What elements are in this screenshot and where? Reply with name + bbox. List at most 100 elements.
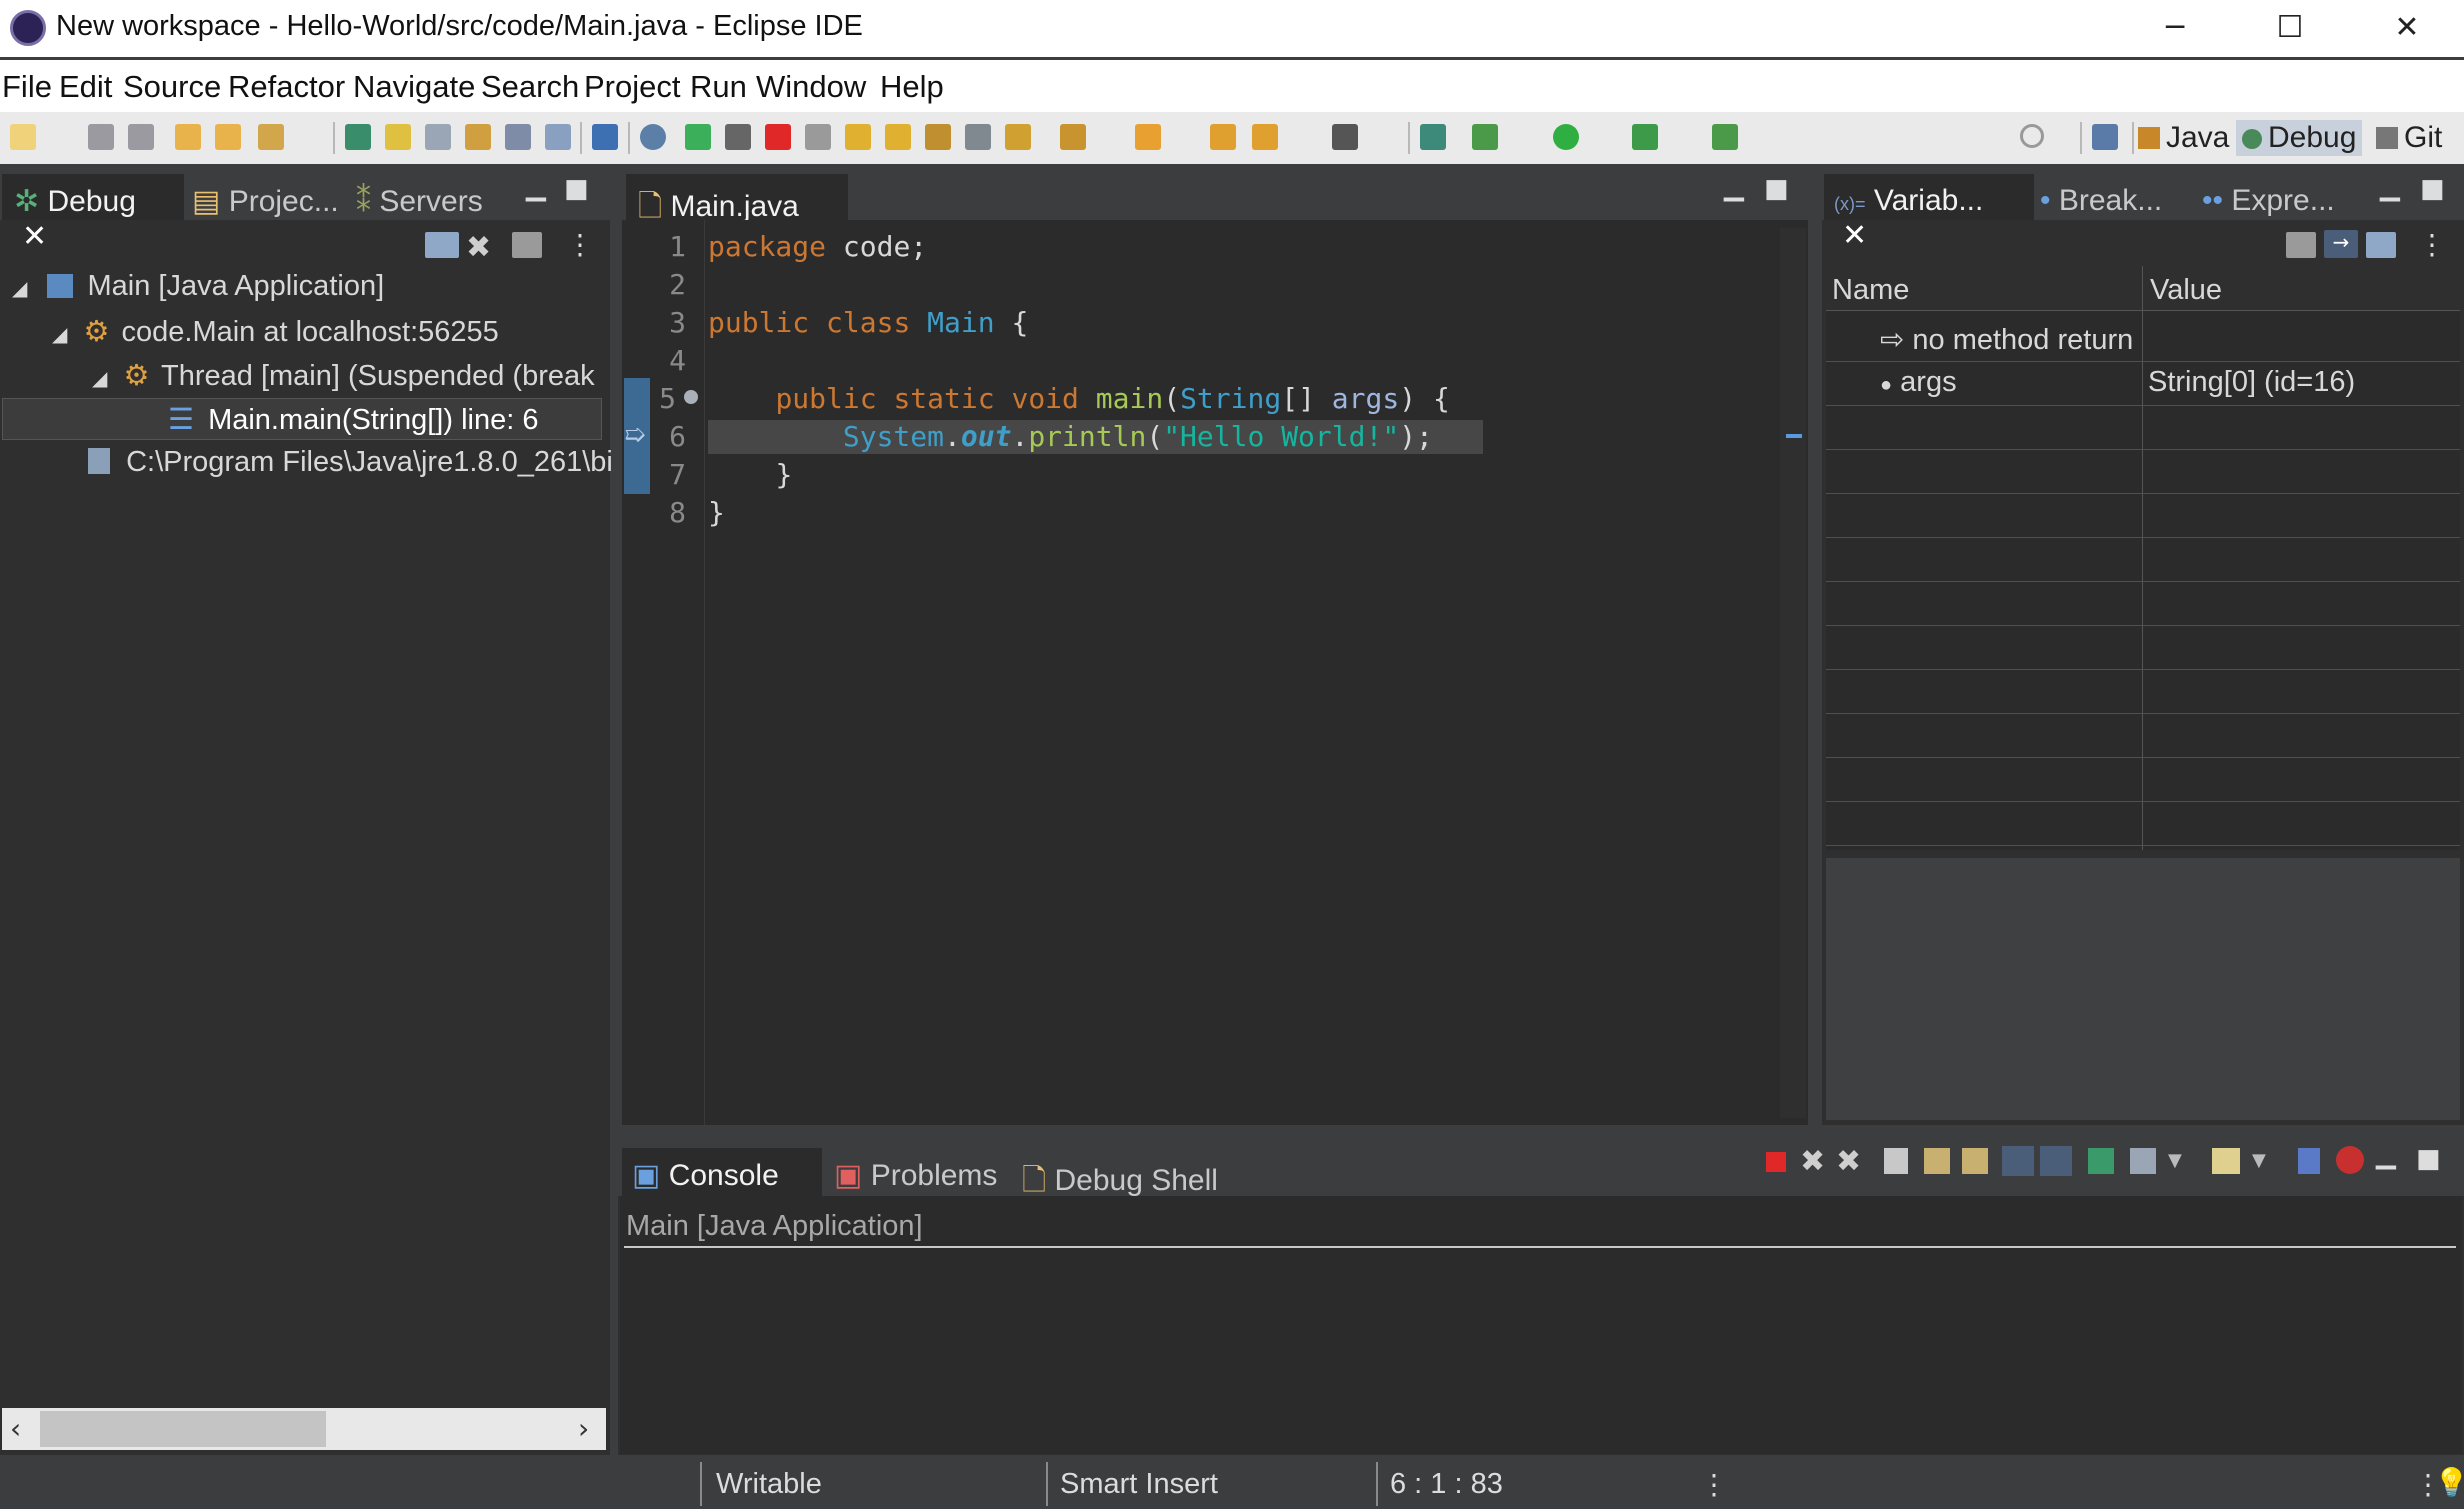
- tab-problems[interactable]: ▣ Problems: [834, 1158, 997, 1193]
- clear-console-icon[interactable]: [1884, 1148, 1908, 1174]
- chevron-down-icon[interactable]: ▼: [2168, 1150, 2182, 1171]
- maximize-view-icon[interactable]: ■: [2416, 1144, 2441, 1174]
- back-history-icon[interactable]: [1252, 124, 1278, 150]
- variable-row-return[interactable]: ⇨ no method return: [1880, 322, 2133, 357]
- expand-arrow-icon[interactable]: ◢: [52, 324, 67, 346]
- run-icon[interactable]: [1553, 124, 1579, 150]
- use-step-filters-icon[interactable]: [1005, 124, 1031, 150]
- expand-arrow-icon[interactable]: ◢: [12, 278, 27, 300]
- tab-servers[interactable]: ⁑ Servers: [356, 184, 483, 219]
- terminate-icon[interactable]: [1766, 1152, 1786, 1172]
- resume-icon[interactable]: [685, 124, 711, 150]
- remove-all-terminated-icon[interactable]: ✖: [1836, 1144, 1861, 1179]
- breakpoint-icon[interactable]: [684, 390, 698, 404]
- pin-console-icon[interactable]: [2088, 1148, 2114, 1174]
- tab-project-explorer[interactable]: ▤ Projec...: [192, 184, 339, 219]
- tab-debug[interactable]: ✲ Debug ✕: [2, 174, 184, 253]
- coverage-icon[interactable]: [1632, 124, 1658, 150]
- open-perspective-icon[interactable]: [2092, 124, 2118, 150]
- prev-annotation-icon[interactable]: [1135, 124, 1161, 150]
- tree-row-thread[interactable]: ◢ ⚙ Thread [main] (Suspended (break: [92, 358, 595, 393]
- suspend-icon[interactable]: [725, 124, 751, 150]
- minimize-button[interactable]: ─: [2150, 8, 2200, 48]
- annotation-icon[interactable]: [465, 124, 491, 150]
- tab-breakpoints[interactable]: • Break...: [2040, 184, 2162, 218]
- menu-help[interactable]: Help: [880, 69, 944, 105]
- status-more-icon[interactable]: ⋮: [1700, 1468, 1728, 1501]
- menu-file[interactable]: File: [2, 69, 52, 105]
- display-console-icon[interactable]: [2130, 1148, 2156, 1174]
- collapse-all-icon[interactable]: [425, 232, 459, 258]
- open-type-icon[interactable]: [175, 124, 201, 150]
- menu-edit[interactable]: Edit: [59, 69, 112, 105]
- maximize-editor-area-icon[interactable]: ■: [1764, 174, 1789, 204]
- next-annotation-icon[interactable]: [1060, 124, 1086, 150]
- back-icon[interactable]: [1210, 124, 1236, 150]
- new-java-project-icon[interactable]: [1420, 124, 1446, 150]
- menu-refactor[interactable]: Refactor: [228, 69, 345, 105]
- perspective-java[interactable]: Java: [2138, 120, 2229, 156]
- new-icon[interactable]: [10, 124, 36, 150]
- maximize-view-icon[interactable]: ■: [2420, 174, 2445, 204]
- tree-row-launch[interactable]: ◢ Main [Java Application]: [12, 270, 384, 303]
- menu-window[interactable]: Window: [756, 69, 866, 105]
- terminate-icon[interactable]: [765, 124, 791, 150]
- close-tab-icon[interactable]: ✕: [1842, 219, 1867, 252]
- skip-breakpoints-icon[interactable]: [640, 124, 666, 150]
- menu-source[interactable]: Source: [123, 69, 221, 105]
- show-on-output-icon[interactable]: [2002, 1146, 2034, 1176]
- save-all-icon[interactable]: [128, 124, 154, 150]
- external-tools-icon[interactable]: [1712, 124, 1738, 150]
- save-icon[interactable]: [88, 124, 114, 150]
- show-logical-structure-icon[interactable]: →: [2324, 230, 2358, 258]
- menu-navigate[interactable]: Navigate: [353, 69, 475, 105]
- variable-detail-pane[interactable]: [1826, 858, 2460, 1120]
- horizontal-scrollbar[interactable]: ‹ ›: [2, 1408, 606, 1450]
- show-whitespace-icon[interactable]: [545, 124, 571, 150]
- show-type-names-icon[interactable]: [2286, 232, 2316, 258]
- expand-arrow-icon[interactable]: ◢: [92, 368, 107, 390]
- search-icon[interactable]: [2020, 124, 2044, 148]
- more-options-icon[interactable]: ⋮: [566, 228, 594, 261]
- open-console-icon[interactable]: [2212, 1148, 2240, 1174]
- maximize-view-icon[interactable]: ■: [564, 174, 589, 204]
- console-settings-icon[interactable]: [2298, 1148, 2320, 1174]
- block-select-icon[interactable]: [505, 124, 531, 150]
- close-tab-icon[interactable]: ✕: [22, 220, 47, 253]
- column-header-name[interactable]: Name: [1832, 274, 1909, 307]
- tree-row-stack-frame[interactable]: ☰ Main.main(String[]) line: 6: [168, 402, 538, 437]
- code-editor[interactable]: [622, 220, 1808, 1125]
- minimize-editor-icon[interactable]: ▁: [1724, 172, 1744, 202]
- toggle-mark-icon[interactable]: [425, 124, 451, 150]
- remove-terminated-icon[interactable]: ✖: [466, 230, 491, 265]
- tips-lightbulb-icon[interactable]: 💡: [2434, 1466, 2464, 1499]
- perspective-git[interactable]: Git: [2376, 120, 2442, 156]
- tab-expressions[interactable]: •• Expre...: [2202, 184, 2335, 218]
- error-log-icon[interactable]: [2336, 1146, 2364, 1174]
- scroll-left-icon[interactable]: ‹: [10, 1412, 21, 1445]
- minimize-view-icon[interactable]: ▁: [2376, 1140, 2396, 1170]
- menu-search[interactable]: Search: [481, 69, 579, 105]
- minimize-view-icon[interactable]: ▁: [526, 172, 546, 202]
- perspective-debug[interactable]: Debug: [2236, 120, 2363, 156]
- maximize-editor-icon[interactable]: [592, 124, 618, 150]
- scroll-lock-icon[interactable]: [1924, 1148, 1950, 1174]
- maximize-button[interactable]: ☐: [2265, 8, 2315, 48]
- show-on-error-icon[interactable]: [2040, 1146, 2072, 1176]
- disconnect-icon[interactable]: [805, 124, 831, 150]
- tab-variables[interactable]: (x)= Variab... ✕: [1824, 174, 2034, 252]
- remove-launch-icon[interactable]: ✖: [1800, 1144, 1825, 1179]
- variable-row-args[interactable]: ● args: [1880, 366, 1957, 399]
- tree-row-vm[interactable]: ◢ ⚙ code.Main at localhost:56255: [52, 314, 499, 349]
- collapse-all-variables-icon[interactable]: [2366, 232, 2396, 258]
- status-cursor-position[interactable]: 6 : 1 : 83: [1390, 1468, 1503, 1501]
- debug-launch-icon[interactable]: [1472, 124, 1498, 150]
- open-folder-icon[interactable]: [215, 124, 241, 150]
- chevron-down-icon[interactable]: ▼: [2252, 1150, 2266, 1171]
- more-options-icon[interactable]: ⋮: [2418, 228, 2446, 261]
- scroll-right-icon[interactable]: ›: [578, 1412, 589, 1445]
- build-icon[interactable]: [258, 124, 284, 150]
- view-menu-icon[interactable]: [512, 232, 542, 258]
- tab-console[interactable]: ▣ Console ✕: [622, 1148, 822, 1227]
- column-header-value[interactable]: Value: [2150, 274, 2222, 307]
